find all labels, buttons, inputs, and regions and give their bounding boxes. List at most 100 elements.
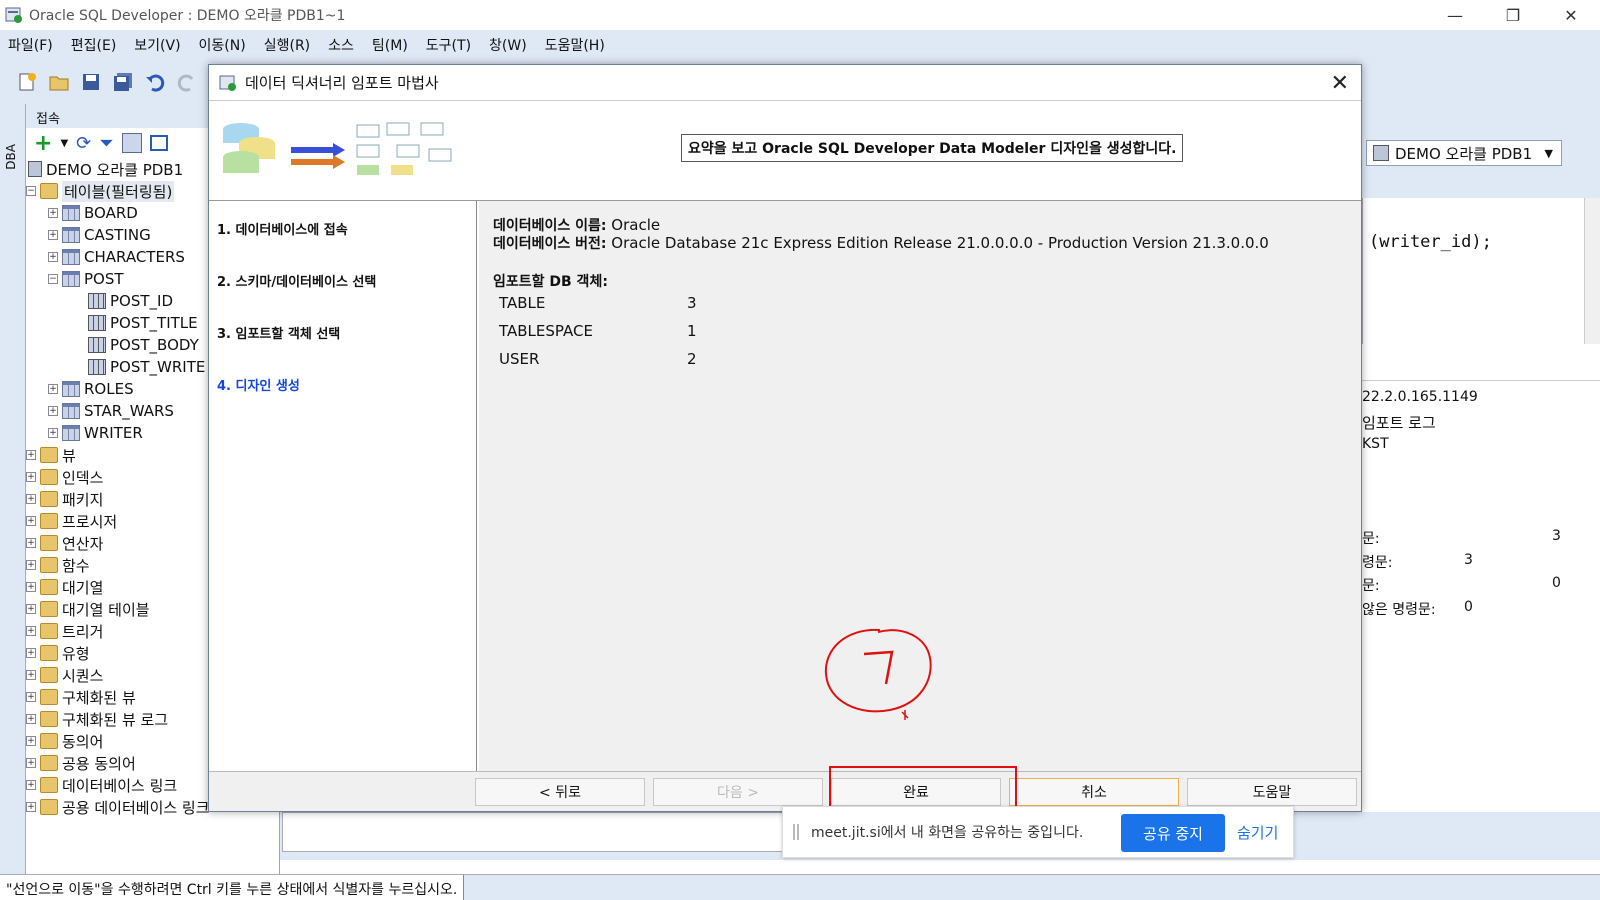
drag-handle[interactable]: [793, 824, 799, 840]
add-connection-icon[interactable]: +: [34, 131, 52, 156]
expand-toggle[interactable]: +: [26, 472, 36, 482]
expand-toggle[interactable]: +: [26, 626, 36, 636]
db-name-line: 데이터베이스 이름: Oracle: [493, 215, 660, 235]
restore-button[interactable]: ❐: [1484, 0, 1542, 30]
filter-icon[interactable]: ⏷: [99, 133, 113, 154]
tree-label: 트리거: [62, 622, 104, 641]
schema-browser-icon[interactable]: [121, 133, 142, 153]
object-row: USER 2: [499, 350, 697, 368]
expand-toggle[interactable]: +: [48, 428, 58, 438]
expand-toggle[interactable]: +: [26, 538, 36, 548]
new-file-icon[interactable]: [16, 71, 38, 93]
expand-toggle[interactable]: +: [26, 494, 36, 504]
expand-toggle[interactable]: +: [48, 208, 58, 218]
expand-toggle[interactable]: +: [48, 230, 58, 240]
chevron-down-icon: ▼: [1544, 146, 1553, 160]
log-line: 22.2.0.165.1149: [1362, 389, 1478, 405]
expand-toggle[interactable]: +: [26, 648, 36, 658]
open-folder-icon[interactable]: [48, 71, 70, 93]
log-line: KST: [1362, 436, 1389, 452]
menu-tools[interactable]: 도구(T): [426, 35, 471, 55]
menu-navigate[interactable]: 이동(N): [199, 35, 246, 55]
folder-icon: [40, 799, 58, 815]
menu-edit[interactable]: 편집(E): [71, 35, 117, 55]
tree-label: 패키지: [62, 490, 104, 509]
dropdown-icon[interactable]: ▼: [60, 138, 68, 149]
column-icon: [88, 315, 106, 331]
stop-sharing-button[interactable]: 공유 중지: [1121, 814, 1225, 852]
tree-label: BOARD: [84, 204, 138, 222]
connection-select[interactable]: DEMO 오라클 PDB1 ▼: [1366, 140, 1562, 166]
db-name-value: Oracle: [611, 216, 661, 234]
table-icon: [62, 381, 80, 397]
menu-file[interactable]: 파일(F): [8, 35, 53, 55]
expand-toggle[interactable]: +: [26, 802, 36, 812]
back-button[interactable]: < 뒤로: [475, 778, 645, 806]
close-window-button[interactable]: ✕: [1542, 0, 1600, 30]
expand-toggle[interactable]: +: [48, 406, 58, 416]
save-icon[interactable]: [80, 71, 102, 93]
dba-tab[interactable]: DBA: [4, 144, 18, 170]
statusbar: "선언으로 이동"을 수행하려면 Ctrl 키를 누른 상태에서 식별자를 누르…: [0, 874, 1600, 900]
tree-label: 프로시저: [62, 512, 118, 531]
expand-toggle[interactable]: +: [26, 582, 36, 592]
menu-run[interactable]: 실행(R): [264, 35, 310, 55]
help-button[interactable]: 도움말: [1187, 778, 1357, 806]
table-icon: [62, 205, 80, 221]
menu-source[interactable]: 소스: [328, 35, 354, 55]
step-schema[interactable]: 2. 스키마/데이터베이스 선택: [217, 271, 376, 290]
redo-icon[interactable]: [176, 71, 198, 93]
window-title: Oracle SQL Developer : DEMO 오라클 PDB1~1: [29, 8, 346, 24]
folder-icon: [40, 733, 58, 749]
save-all-icon[interactable]: [112, 71, 134, 93]
step-generate[interactable]: 4. 디자인 생성: [217, 375, 300, 394]
object-count: 2: [687, 350, 697, 368]
collapse-toggle[interactable]: −: [48, 274, 58, 284]
db-name-label: 데이터베이스 이름:: [493, 218, 607, 234]
object-name: TABLESPACE: [499, 322, 593, 340]
undo-icon[interactable]: [144, 71, 166, 93]
collapse-toggle[interactable]: −: [26, 186, 36, 196]
expand-toggle[interactable]: +: [26, 450, 36, 460]
cancel-button[interactable]: 취소: [1009, 778, 1179, 806]
expand-toggle[interactable]: +: [26, 714, 36, 724]
expand-toggle[interactable]: +: [26, 692, 36, 702]
menu-help[interactable]: 도움말(H): [545, 35, 605, 55]
close-icon[interactable]: ✕: [1331, 71, 1349, 96]
tree-label: 뷰: [62, 446, 76, 465]
hide-link[interactable]: 숨기기: [1237, 822, 1278, 843]
connection-select-value: DEMO 오라클 PDB1: [1395, 144, 1533, 163]
tree-label: POST: [84, 270, 124, 288]
expand-toggle[interactable]: +: [48, 384, 58, 394]
tree-label: 구체화된 뷰: [62, 688, 136, 707]
menu-view[interactable]: 보기(V): [134, 35, 180, 55]
expand-toggle[interactable]: +: [26, 736, 36, 746]
expand-toggle[interactable]: +: [26, 604, 36, 614]
menu-window[interactable]: 창(W): [489, 35, 527, 55]
expand-toggle[interactable]: +: [26, 516, 36, 526]
menu-team[interactable]: 팀(M): [372, 35, 408, 55]
minimize-button[interactable]: —: [1426, 0, 1484, 30]
step-objects[interactable]: 3. 임포트할 객체 선택: [217, 323, 340, 342]
column-icon: [88, 359, 106, 375]
tree-label: 동의어: [62, 732, 104, 751]
editor-scrollbar[interactable]: [1584, 198, 1600, 344]
code-editor[interactable]: (writer_id);: [1362, 198, 1584, 344]
side-tab-strip: DBA: [0, 104, 26, 874]
column-icon: [88, 293, 106, 309]
banner-message: 요약을 보고 Oracle SQL Developer Data Modeler…: [681, 134, 1184, 162]
collapse-icon[interactable]: [149, 135, 168, 151]
expand-toggle[interactable]: +: [26, 670, 36, 680]
refresh-icon[interactable]: ⟳: [76, 133, 91, 154]
step-connect[interactable]: 1. 데이터베이스에 접속: [217, 219, 348, 238]
bottom-editor: [282, 812, 802, 852]
expand-toggle[interactable]: +: [48, 252, 58, 262]
expand-toggle[interactable]: +: [26, 560, 36, 570]
expand-toggle[interactable]: +: [26, 758, 36, 768]
next-button[interactable]: 다음 >: [653, 778, 823, 806]
db-version-label: 데이터베이스 버전:: [493, 236, 607, 252]
dialog-body: 1. 데이터베이스에 접속 2. 스키마/데이터베이스 선택 3. 임포트할 객…: [209, 201, 1361, 771]
db-version-line: 데이터베이스 버전: Oracle Database 21c Express E…: [493, 233, 1269, 253]
expand-toggle[interactable]: +: [26, 780, 36, 790]
annotation-circle-seven: [824, 628, 932, 720]
